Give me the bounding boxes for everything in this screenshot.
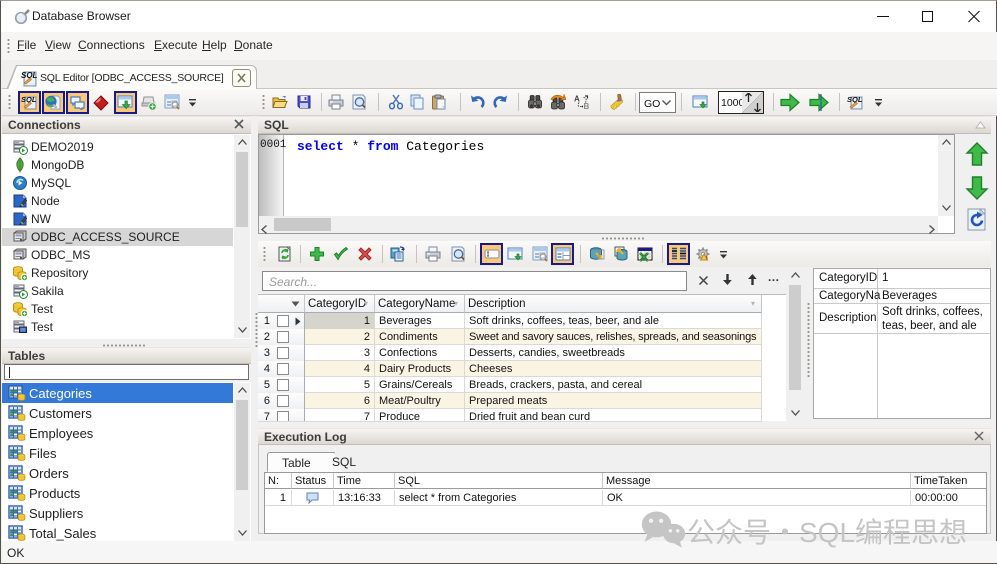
svg-text:B: B (584, 102, 590, 110)
svg-text:A: A (574, 95, 580, 104)
